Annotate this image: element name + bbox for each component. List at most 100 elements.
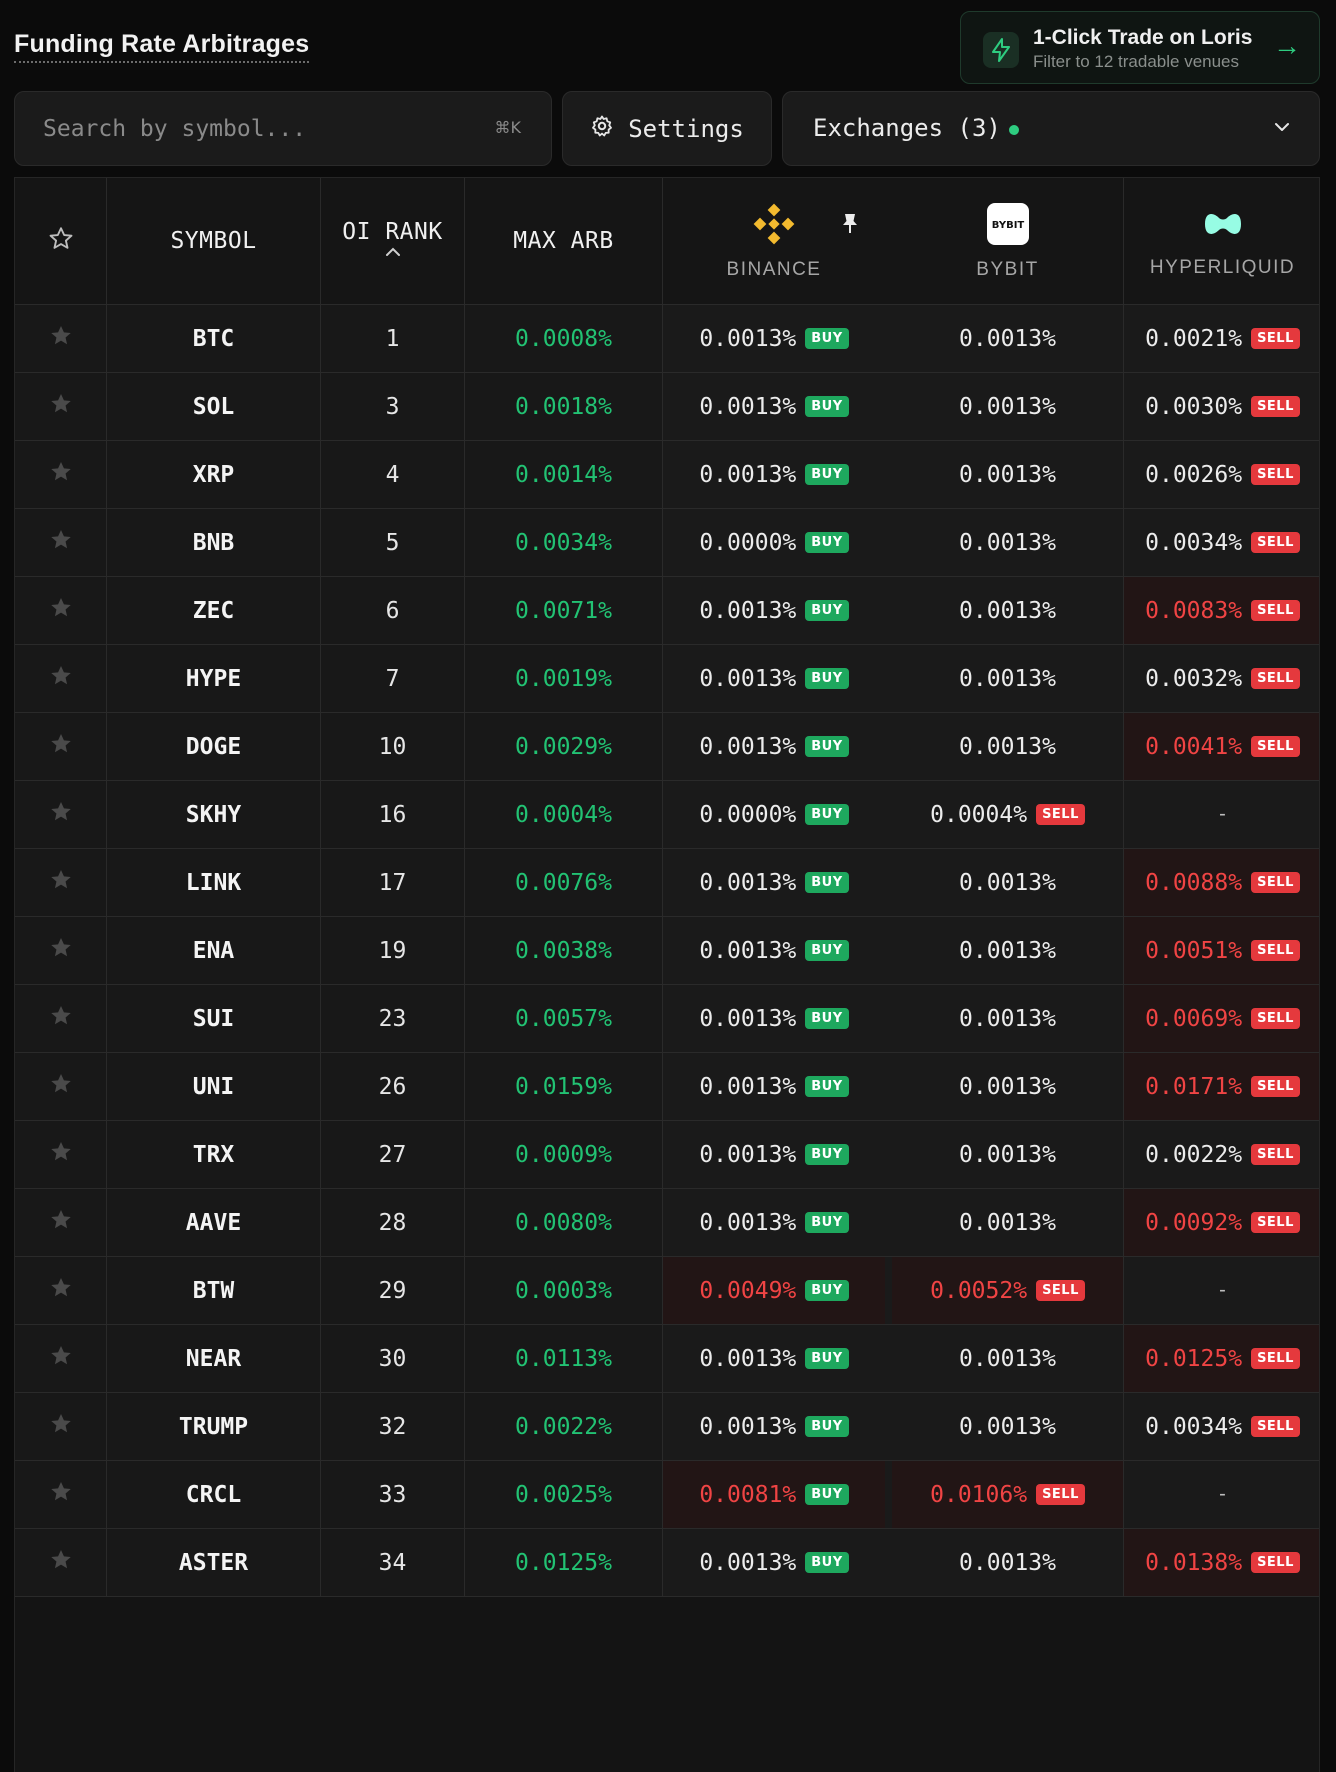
favorite-toggle[interactable] [15, 1461, 107, 1528]
favorite-toggle[interactable] [15, 713, 107, 780]
favorite-toggle[interactable] [15, 781, 107, 848]
hyperliquid-cell[interactable]: - [1124, 781, 1319, 848]
bybit-cell[interactable]: 0.0013% [892, 1053, 1124, 1120]
bybit-cell[interactable]: 0.0013% [892, 713, 1124, 780]
settings-button[interactable]: Settings [562, 91, 772, 166]
favorite-toggle[interactable] [15, 917, 107, 984]
favorite-toggle[interactable] [15, 305, 107, 372]
exchanges-dropdown[interactable]: Exchanges (3) [782, 91, 1320, 166]
hyperliquid-cell[interactable]: 0.0034% SELL [1124, 509, 1319, 576]
bybit-cell[interactable]: 0.0013% [892, 849, 1124, 916]
binance-cell[interactable]: 0.0013% BUY [663, 1325, 885, 1392]
bybit-cell[interactable]: 0.0013% [892, 1393, 1124, 1460]
binance-cell[interactable]: 0.0013% BUY [663, 713, 885, 780]
column-oi-rank[interactable]: OI RANK [321, 178, 465, 304]
hyperliquid-cell[interactable]: - [1124, 1461, 1319, 1528]
favorite-toggle[interactable] [15, 577, 107, 644]
hyperliquid-cell[interactable]: 0.0030% SELL [1124, 373, 1319, 440]
bybit-cell[interactable]: 0.0013% [892, 985, 1124, 1052]
column-binance[interactable]: BINANCE [663, 178, 885, 304]
hyperliquid-cell[interactable]: 0.0022% SELL [1124, 1121, 1319, 1188]
hyperliquid-cell[interactable]: - [1124, 1257, 1319, 1324]
table-row[interactable]: AAVE 28 0.0080% 0.0013% BUY 0.0013% 0.0092% SEL… [15, 1189, 1319, 1257]
binance-cell[interactable]: 0.0000% BUY [663, 781, 885, 848]
table-row[interactable]: CRCL 33 0.0025% 0.0081% BUY 0.0106% SELL - [15, 1461, 1319, 1529]
binance-cell[interactable]: 0.0013% BUY [663, 1053, 885, 1120]
column-symbol[interactable]: SYMBOL [107, 178, 321, 304]
binance-cell[interactable]: 0.0081% BUY [663, 1461, 885, 1528]
table-row[interactable]: TRUMP 32 0.0022% 0.0013% BUY 0.0013% 0.0034% SE… [15, 1393, 1319, 1461]
hyperliquid-cell[interactable]: 0.0138% SELL [1124, 1529, 1319, 1596]
table-row[interactable]: UNI 26 0.0159% 0.0013% BUY 0.0013% 0.0171% SELL [15, 1053, 1319, 1121]
table-row[interactable]: BNB 5 0.0034% 0.0000% BUY 0.0013% 0.0034% SELL [15, 509, 1319, 577]
search-input[interactable] [43, 110, 463, 148]
bybit-cell[interactable]: 0.0013% [892, 509, 1124, 576]
bybit-cell[interactable]: 0.0013% [892, 441, 1124, 508]
hyperliquid-cell[interactable]: 0.0171% SELL [1124, 1053, 1319, 1120]
bybit-cell[interactable]: 0.0013% [892, 1189, 1124, 1256]
binance-cell[interactable]: 0.0013% BUY [663, 577, 885, 644]
table-row[interactable]: XRP 4 0.0014% 0.0013% BUY 0.0013% 0.0026% SELL [15, 441, 1319, 509]
bybit-cell[interactable]: 0.0013% [892, 1121, 1124, 1188]
bybit-cell[interactable]: 0.0004% SELL [892, 781, 1124, 848]
bybit-cell[interactable]: 0.0013% [892, 1529, 1124, 1596]
column-bybit[interactable]: BYBIT BYBIT [892, 178, 1124, 304]
binance-cell[interactable]: 0.0013% BUY [663, 849, 885, 916]
hyperliquid-cell[interactable]: 0.0069% SELL [1124, 985, 1319, 1052]
table-row[interactable]: ENA 19 0.0038% 0.0013% BUY 0.0013% 0.0051% SELL [15, 917, 1319, 985]
binance-cell[interactable]: 0.0013% BUY [663, 1393, 885, 1460]
binance-cell[interactable]: 0.0013% BUY [663, 373, 885, 440]
favorite-header[interactable] [15, 178, 107, 304]
bybit-cell[interactable]: 0.0013% [892, 373, 1124, 440]
table-row[interactable]: ZEC 6 0.0071% 0.0013% BUY 0.0013% 0.0083% SELL [15, 577, 1319, 645]
hyperliquid-cell[interactable]: 0.0083% SELL [1124, 577, 1319, 644]
favorite-toggle[interactable] [15, 645, 107, 712]
bybit-cell[interactable]: 0.0013% [892, 917, 1124, 984]
favorite-toggle[interactable] [15, 1121, 107, 1188]
bybit-cell[interactable]: 0.0052% SELL [892, 1257, 1124, 1324]
favorite-toggle[interactable] [15, 441, 107, 508]
bybit-cell[interactable]: 0.0013% [892, 645, 1124, 712]
table-row[interactable]: DOGE 10 0.0029% 0.0013% BUY 0.0013% 0.0041% SEL… [15, 713, 1319, 781]
pin-icon[interactable] [841, 212, 859, 241]
favorite-toggle[interactable] [15, 1053, 107, 1120]
hyperliquid-cell[interactable]: 0.0032% SELL [1124, 645, 1319, 712]
hyperliquid-cell[interactable]: 0.0088% SELL [1124, 849, 1319, 916]
binance-cell[interactable]: 0.0013% BUY [663, 1529, 885, 1596]
table-row[interactable]: BTC 1 0.0008% 0.0013% BUY 0.0013% 0.0021% SELL [15, 305, 1319, 373]
hyperliquid-cell[interactable]: 0.0125% SELL [1124, 1325, 1319, 1392]
binance-cell[interactable]: 0.0013% BUY [663, 1189, 885, 1256]
binance-cell[interactable]: 0.0049% BUY [663, 1257, 885, 1324]
binance-cell[interactable]: 0.0013% BUY [663, 441, 885, 508]
table-row[interactable]: HYPE 7 0.0019% 0.0013% BUY 0.0013% 0.0032% SELL [15, 645, 1319, 713]
favorite-toggle[interactable] [15, 1325, 107, 1392]
hyperliquid-cell[interactable]: 0.0021% SELL [1124, 305, 1319, 372]
table-row[interactable]: SKHY 16 0.0004% 0.0000% BUY 0.0004% SELL - [15, 781, 1319, 849]
binance-cell[interactable]: 0.0013% BUY [663, 305, 885, 372]
table-row[interactable]: BTW 29 0.0003% 0.0049% BUY 0.0052% SELL - [15, 1257, 1319, 1325]
favorite-toggle[interactable] [15, 1393, 107, 1460]
favorite-toggle[interactable] [15, 849, 107, 916]
table-row[interactable]: LINK 17 0.0076% 0.0013% BUY 0.0013% 0.0088% SEL… [15, 849, 1319, 917]
binance-cell[interactable]: 0.0013% BUY [663, 917, 885, 984]
favorite-toggle[interactable] [15, 1529, 107, 1596]
table-row[interactable]: NEAR 30 0.0113% 0.0013% BUY 0.0013% 0.0125% SEL… [15, 1325, 1319, 1393]
table-row[interactable]: SUI 23 0.0057% 0.0013% BUY 0.0013% 0.0069% SELL [15, 985, 1319, 1053]
binance-cell[interactable]: 0.0013% BUY [663, 645, 885, 712]
column-max-arb[interactable]: MAX ARB [465, 178, 663, 304]
favorite-toggle[interactable] [15, 1189, 107, 1256]
column-hyperliquid[interactable]: HYPERLIQUID [1124, 178, 1319, 304]
table-row[interactable]: ASTER 34 0.0125% 0.0013% BUY 0.0013% 0.0138% SE… [15, 1529, 1319, 1597]
hyperliquid-cell[interactable]: 0.0051% SELL [1124, 917, 1319, 984]
table-row[interactable]: SOL 3 0.0018% 0.0013% BUY 0.0013% 0.0030% SELL [15, 373, 1319, 441]
table-row[interactable]: TRX 27 0.0009% 0.0013% BUY 0.0013% 0.0022% SELL [15, 1121, 1319, 1189]
hyperliquid-cell[interactable]: 0.0034% SELL [1124, 1393, 1319, 1460]
bybit-cell[interactable]: 0.0013% [892, 305, 1124, 372]
bybit-cell[interactable]: 0.0013% [892, 577, 1124, 644]
binance-cell[interactable]: 0.0013% BUY [663, 985, 885, 1052]
favorite-toggle[interactable] [15, 1257, 107, 1324]
bybit-cell[interactable]: 0.0106% SELL [892, 1461, 1124, 1528]
favorite-toggle[interactable] [15, 985, 107, 1052]
favorite-toggle[interactable] [15, 373, 107, 440]
hyperliquid-cell[interactable]: 0.0092% SELL [1124, 1189, 1319, 1256]
